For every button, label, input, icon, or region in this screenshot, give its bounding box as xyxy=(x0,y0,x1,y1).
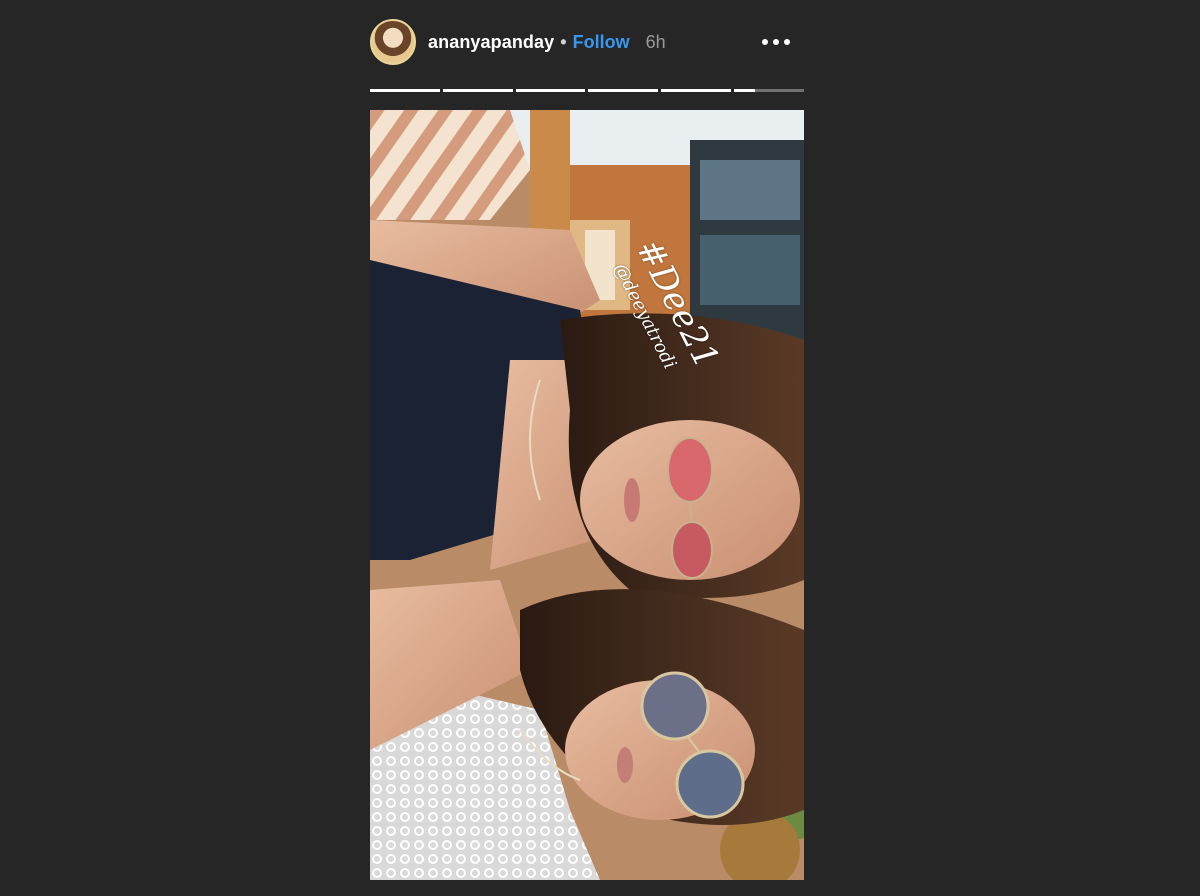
progress-segment-fill xyxy=(442,89,513,92)
progress-segment xyxy=(588,89,659,92)
progress-segment xyxy=(734,89,804,92)
progress-segment xyxy=(661,89,732,92)
separator-dot: • xyxy=(560,31,567,52)
progress-segment-fill xyxy=(515,89,586,92)
story-viewer: ananyapanday • Follow 6h #Dee21 @deeyatr… xyxy=(370,0,804,896)
progress-segment xyxy=(515,89,586,92)
more-options-icon[interactable] xyxy=(760,33,792,51)
progress-segment-fill xyxy=(661,89,732,92)
progress-segment-fill xyxy=(588,89,659,92)
story-photo[interactable]: #Dee21 @deeyatrodi xyxy=(370,110,804,880)
story-progress-bar xyxy=(370,89,804,92)
more-dot xyxy=(784,39,790,45)
story-timestamp: 6h xyxy=(645,31,666,52)
username-link[interactable]: ananyapanday xyxy=(428,32,554,53)
progress-segment xyxy=(370,89,440,92)
follow-button[interactable]: Follow xyxy=(573,32,630,53)
avatar-icon[interactable] xyxy=(370,19,416,65)
more-dot xyxy=(762,39,768,45)
progress-segment-fill xyxy=(370,89,440,92)
story-photo-illustration xyxy=(370,110,804,880)
progress-segment xyxy=(442,89,513,92)
more-dot xyxy=(773,39,779,45)
story-header: ananyapanday • Follow 6h xyxy=(370,18,804,66)
progress-segment-fill xyxy=(734,89,756,92)
